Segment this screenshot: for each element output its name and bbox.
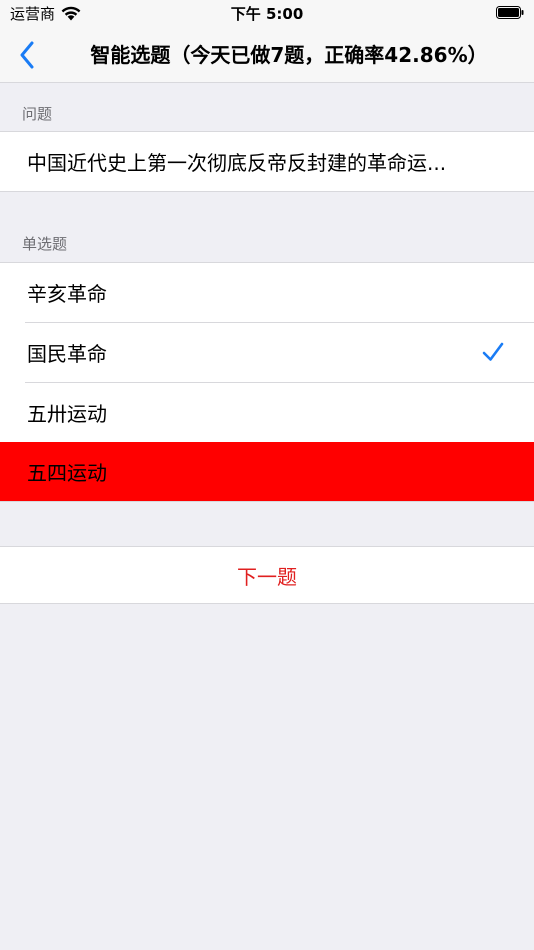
chevron-left-icon [20,41,34,69]
option-item-selected-wrong[interactable]: 五四运动 [0,442,534,501]
question-group: 中国近代史上第一次彻底反帝反封建的革命运... [0,131,534,192]
option-label: 五四运动 [27,461,107,485]
question-section-header: 问题 [22,105,53,123]
options-group: 辛亥革命 国民革命 五卅运动 五四运动 [0,262,534,502]
option-item[interactable]: 辛亥革命 [0,263,534,322]
back-button[interactable] [12,38,42,72]
option-label: 五卅运动 [27,402,107,426]
question-text: 中国近代史上第一次彻底反帝反封建的革命运... [27,151,447,175]
battery-icon [496,6,524,19]
status-bar: 运营商 下午 5:00 [0,0,534,28]
next-button-group: 下一题 [0,546,534,604]
options-section-header: 单选题 [22,235,68,253]
option-label: 辛亥革命 [27,282,107,306]
option-label: 国民革命 [27,342,107,366]
navigation-bar: 智能选题（今天已做7题，正确率42.86%） [0,28,534,83]
page-title: 智能选题（今天已做7题，正确率42.86%） [90,43,488,67]
question-text-cell: 中国近代史上第一次彻底反帝反封建的革命运... [0,132,534,191]
option-item[interactable]: 五卅运动 [0,383,534,442]
option-item-correct[interactable]: 国民革命 [0,323,534,382]
checkmark-icon [482,342,504,361]
next-question-button[interactable]: 下一题 [0,547,534,603]
status-time: 下午 5:00 [230,5,304,23]
